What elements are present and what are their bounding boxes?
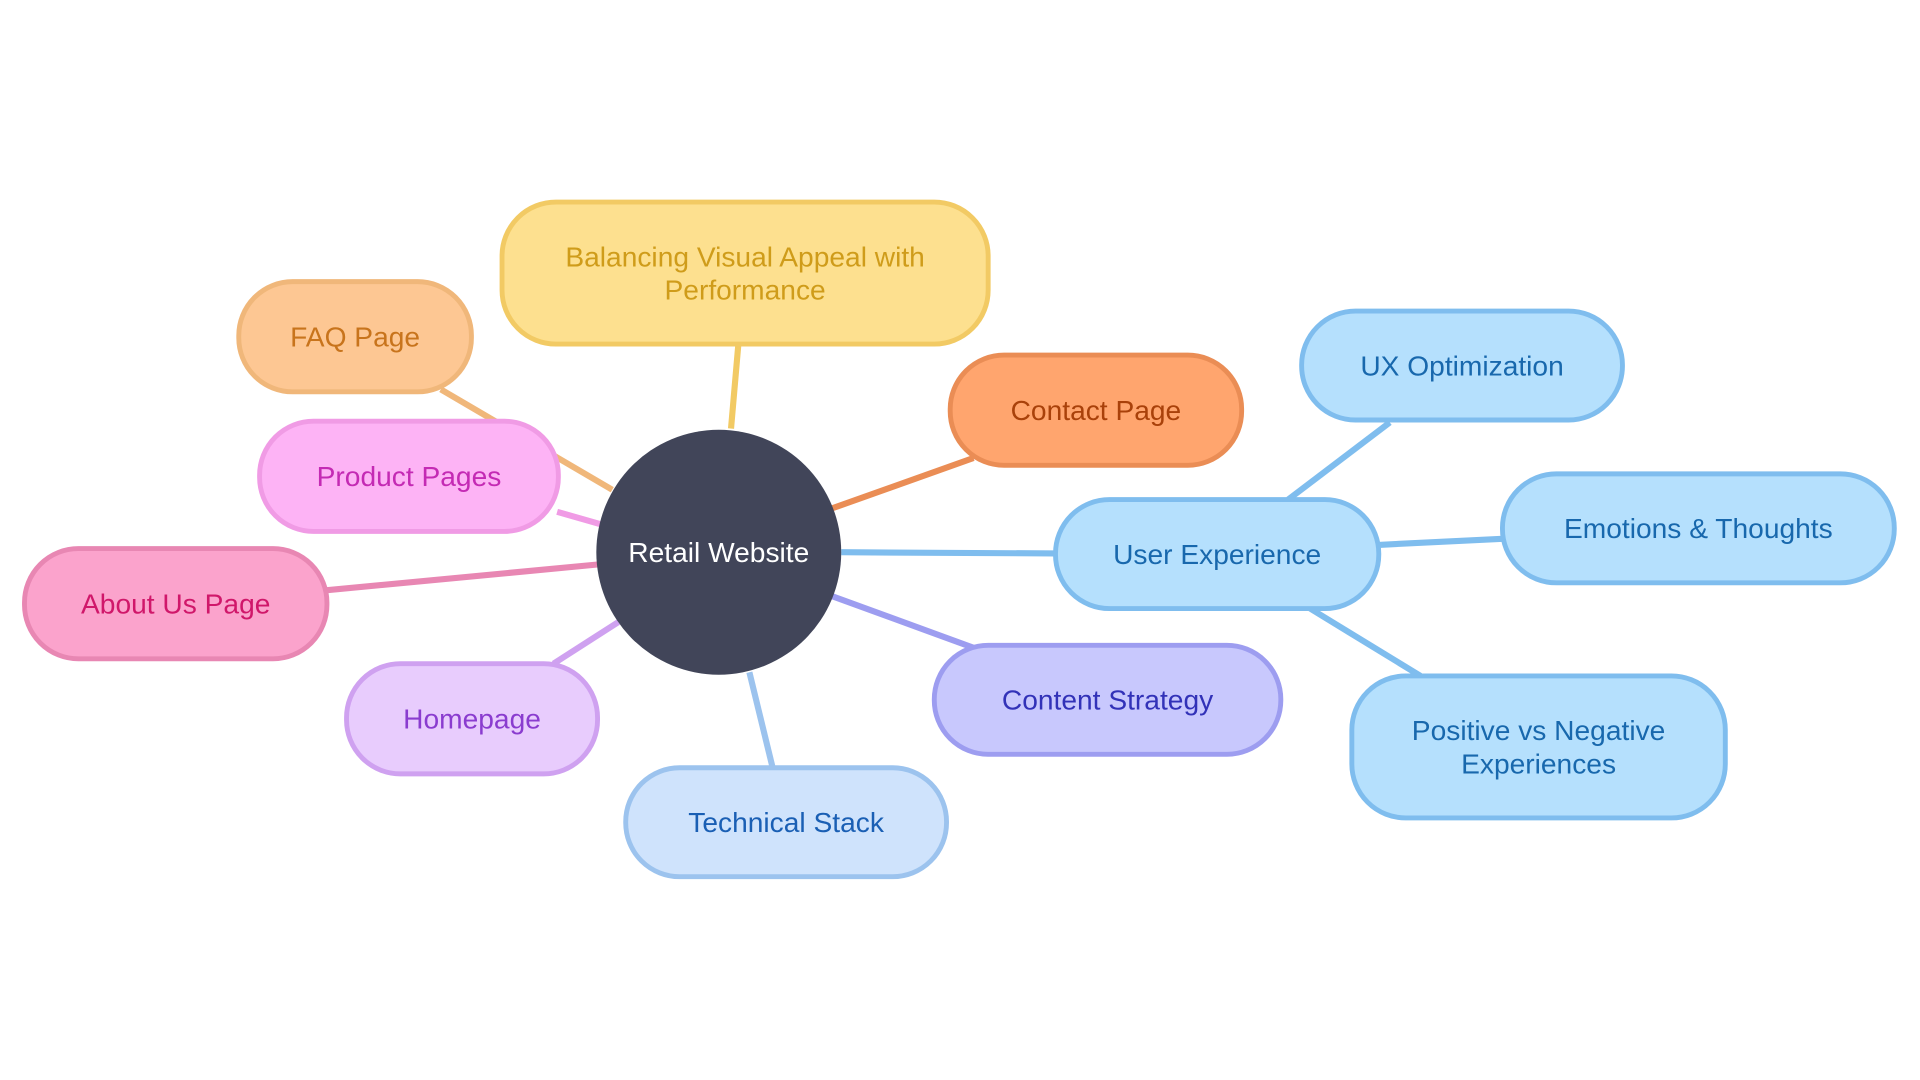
node-box — [1349, 673, 1728, 821]
node-technical[interactable]: Technical Stack — [623, 765, 949, 880]
node-label: Performance — [665, 274, 826, 305]
node-about[interactable]: About Us Page — [22, 546, 330, 662]
node-balancing[interactable]: Balancing Visual Appeal withPerformance — [499, 199, 991, 347]
edge-about — [326, 561, 598, 594]
node-content[interactable]: Content Strategy — [931, 642, 1284, 757]
node-ux[interactable]: User Experience — [1053, 497, 1382, 612]
edge-content — [831, 593, 975, 651]
node-box — [499, 199, 991, 347]
node-contact[interactable]: Contact Page — [947, 352, 1245, 468]
node-label: Technical Stack — [688, 807, 885, 838]
node-emotions[interactable]: Emotions & Thoughts — [1500, 471, 1897, 586]
edge-positive — [1308, 605, 1423, 679]
node-homepage[interactable]: Homepage — [344, 661, 600, 777]
edge-uxopt — [1286, 420, 1392, 503]
edge-balancing — [727, 343, 742, 429]
edge-product — [556, 508, 601, 528]
root-node[interactable]: Retail Website — [596, 429, 842, 675]
node-label: FAQ Page — [290, 322, 420, 353]
node-label: Experiences — [1461, 748, 1616, 779]
edge-technical — [746, 671, 776, 769]
root-label: Retail Website — [628, 537, 809, 568]
node-label: About Us Page — [81, 588, 270, 619]
edge-emotions — [1378, 535, 1503, 548]
node-label: Balancing Visual Appeal with — [565, 241, 925, 272]
node-positive[interactable]: Positive vs NegativeExperiences — [1349, 673, 1728, 821]
node-uxopt[interactable]: UX Optimization — [1299, 308, 1625, 423]
node-label: Content Strategy — [1002, 685, 1214, 716]
node-label: Homepage — [403, 704, 541, 735]
node-label: UX Optimization — [1360, 350, 1563, 381]
edge-contact — [831, 455, 975, 512]
node-label: Positive vs Negative — [1412, 715, 1666, 746]
node-product[interactable]: Product Pages — [257, 418, 561, 534]
edge-ux — [841, 549, 1056, 557]
mind-map: Retail Website Balancing Visual Appeal w… — [22, 199, 1897, 880]
node-faq[interactable]: FAQ Page — [236, 279, 474, 395]
node-label: Contact Page — [1011, 395, 1182, 426]
edge-homepage — [551, 619, 621, 667]
node-label: Emotions & Thoughts — [1564, 513, 1833, 544]
node-label: Product Pages — [317, 461, 502, 492]
node-label: User Experience — [1113, 539, 1321, 570]
